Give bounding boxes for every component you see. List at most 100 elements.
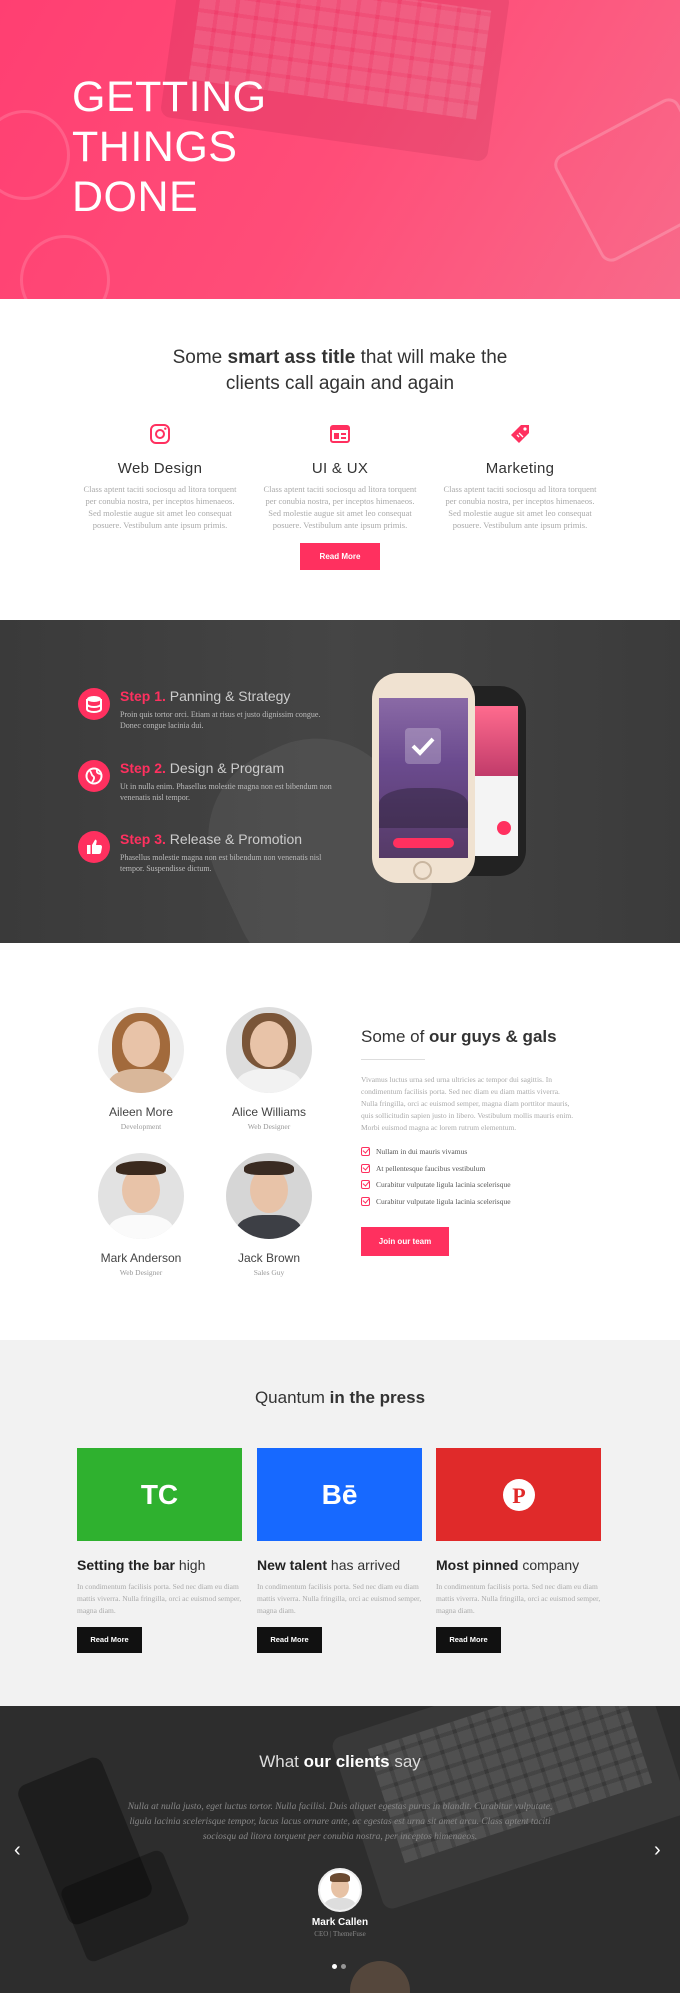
member-role: Web Designer [119, 1268, 163, 1277]
checklist-item: At pellentesque faucibus vestibulum [361, 1163, 591, 1180]
read-more-button[interactable]: Read More [77, 1627, 142, 1653]
checkbox-icon [361, 1196, 370, 1206]
team-description: Vivamus luctus urna sed urna ultricies a… [361, 1075, 574, 1132]
globe-icon [78, 760, 110, 792]
behance-logo-icon: Bē [321, 1478, 358, 1510]
press-title-bold: in the press [329, 1388, 426, 1407]
hero-title-line: THINGS [72, 123, 238, 171]
avatar [98, 1007, 184, 1093]
press-card-title-bold: Most pinned [436, 1557, 519, 1573]
chevron-left-icon[interactable]: ‹ [14, 1840, 21, 1860]
avatar [226, 1007, 312, 1093]
read-more-button[interactable]: Read More [436, 1627, 501, 1653]
avatar-body [236, 1215, 302, 1239]
step-text: Proin quis tortor orci. Etiam at risus e… [120, 710, 321, 730]
checklist-item: Curabitur vulputate ligula lacinia scele… [361, 1196, 591, 1213]
hero-section: GETTING THINGS DONE [0, 0, 680, 299]
service-card: Web Design Class aptent taciti sociosqu … [80, 422, 240, 531]
techcrunch-logo-icon: TC [140, 1478, 179, 1510]
step-title: Step 3. Release & Promotion [120, 831, 302, 847]
carousel-dot[interactable] [341, 1964, 346, 1969]
step-number: Step 1. [120, 688, 166, 704]
divider [361, 1059, 425, 1060]
avatar-hair [116, 1161, 166, 1175]
avatar [226, 1153, 312, 1239]
testimonial-title: What our clients say [0, 1752, 680, 1772]
press-card-image: TC [77, 1448, 242, 1541]
step-title-text: Release & Promotion [169, 831, 303, 847]
checklist-item: Curabitur vulputate ligula lacinia scele… [361, 1179, 591, 1196]
member-role: Web Designer [247, 1122, 291, 1131]
press-card-title-rest: company [518, 1557, 580, 1573]
service-title: Web Design [117, 460, 203, 477]
avatar-face [250, 1021, 288, 1067]
press-card: TC Setting the bar high In condimentum f… [77, 1448, 242, 1617]
landing-page: GETTING THINGS DONE Some smart ass title… [0, 0, 680, 1993]
press-card: Bē New talent has arrived In condimentum… [257, 1448, 422, 1617]
join-team-button[interactable]: Join our team [361, 1227, 449, 1256]
press-title-pre: Quantum [254, 1388, 330, 1407]
press-card-title-rest: has arrived [327, 1557, 401, 1573]
member-name: Aileen More [108, 1105, 174, 1119]
hero-tablet-shape [550, 94, 680, 266]
testimonial-title-bold: our clients [303, 1752, 390, 1771]
testimonial-title-post: say [389, 1752, 421, 1771]
member-role: Development [120, 1122, 162, 1131]
service-text: Class aptent taciti sociosqu ad litora t… [263, 484, 417, 530]
service-text: Class aptent taciti sociosqu ad litora t… [83, 484, 237, 530]
press-card-image: P [436, 1448, 601, 1541]
services-title-post: that will make the [355, 347, 508, 368]
checkbox-icon [361, 1163, 370, 1173]
press-title: Quantum in the press [0, 1388, 680, 1408]
hero-title-line: DONE [72, 173, 199, 221]
checklist-item-text: At pellentesque faucibus vestibulum [376, 1163, 486, 1173]
checkbox-icon [361, 1180, 370, 1189]
checklist-item: Nullam in dui mauris vivamus [361, 1146, 591, 1163]
avatar-body [108, 1215, 174, 1239]
read-more-button[interactable]: Read More [300, 543, 380, 570]
chevron-right-icon[interactable]: › [654, 1840, 661, 1860]
step-title-text: Panning & Strategy [169, 688, 291, 704]
avatar [318, 1868, 362, 1912]
phone-screen-landscape [379, 788, 468, 828]
carousel-dot-active[interactable] [332, 1964, 337, 1969]
phone-mockup-front [372, 673, 475, 883]
step-text: Ut in nulla enim. Phasellus molestie mag… [120, 782, 332, 802]
press-card-title-bold: Setting the bar [77, 1557, 176, 1573]
checkmark-icon [405, 728, 441, 764]
press-card-title: Most pinned company [436, 1557, 601, 1573]
hero-title: GETTING THINGS DONE [72, 72, 392, 222]
team-member: Alice Williams Web Designer [204, 1007, 334, 1131]
services-title-pre: Some [172, 347, 228, 368]
member-role: Sales Guy [253, 1268, 285, 1277]
avatar-face [122, 1021, 160, 1067]
hero-cup-shape [20, 235, 110, 299]
step-number: Step 3. [120, 831, 166, 847]
member-name: Jack Brown [237, 1251, 301, 1265]
checklist: Nullam in dui mauris vivamus At pellente… [361, 1146, 591, 1212]
instagram-icon [148, 422, 172, 446]
testimonial-quote: Nulla at nulla justo, eget luctus tortor… [127, 1802, 553, 1842]
avatar-body [108, 1069, 174, 1093]
pinterest-logo-icon: P [436, 1448, 601, 1541]
team-member: Mark Anderson Web Designer [76, 1153, 206, 1277]
services-title-line2: clients call again and again [225, 373, 455, 394]
team-member: Aileen More Development [76, 1007, 206, 1131]
press-card-image: Bē [257, 1448, 422, 1541]
avatar-body [236, 1069, 302, 1093]
hero-cup-shape [0, 110, 70, 200]
services-title-bold: smart ass title [227, 347, 356, 368]
phone-screen-button [393, 838, 454, 848]
press-card-title: New talent has arrived [257, 1557, 422, 1573]
testimonial-section [0, 1706, 680, 1993]
step-title: Step 1. Panning & Strategy [120, 688, 290, 704]
team-title-bold: our guys & gals [429, 1027, 557, 1046]
press-card: P Most pinned company In condimentum fac… [436, 1448, 601, 1617]
press-card-text: In condimentum facilisis porta. Sed nec … [257, 1582, 422, 1615]
checklist-item-text: Curabitur vulputate ligula lacinia scele… [376, 1196, 511, 1206]
avatar-hair [330, 1873, 350, 1882]
read-more-button[interactable]: Read More [257, 1627, 322, 1653]
press-card-title-bold: New talent [257, 1557, 328, 1573]
member-name: Alice Williams [231, 1105, 306, 1119]
testimonial-cup-shape [350, 1961, 410, 1993]
